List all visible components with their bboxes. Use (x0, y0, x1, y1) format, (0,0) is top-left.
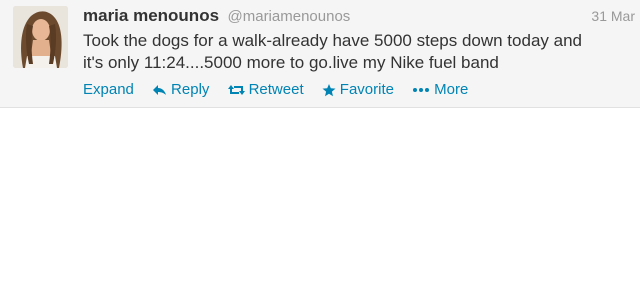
ellipsis-icon (412, 81, 430, 104)
tweet-timestamp[interactable]: 31 Mar (591, 8, 635, 24)
tweet-content: maria menounos @mariamenounos 31 Mar Too… (83, 6, 635, 99)
favorite-button[interactable]: Favorite (322, 81, 394, 104)
more-label: More (434, 81, 469, 98)
tweet-text-line: it's only 11:24....5000 more to go.live … (83, 53, 499, 72)
reply-label: Reply (171, 81, 210, 98)
tweet-header: maria menounos @mariamenounos 31 Mar (83, 6, 635, 26)
expand-label: Expand (83, 81, 134, 98)
tweet-item[interactable]: maria menounos @mariamenounos 31 Mar Too… (0, 0, 640, 108)
expand-link[interactable]: Expand (83, 81, 134, 99)
avatar-image (13, 6, 68, 68)
reply-button[interactable]: Reply (152, 81, 209, 104)
reply-arrow-icon (152, 81, 167, 104)
author-fullname[interactable]: maria menounos (83, 6, 219, 25)
more-button[interactable]: More (412, 81, 468, 104)
author-username[interactable]: @mariamenounos (228, 8, 351, 25)
tweet-text-line: Took the dogs for a walk-already have 50… (83, 31, 582, 50)
retweet-label: Retweet (248, 81, 304, 98)
favorite-label: Favorite (339, 81, 394, 98)
retweet-button[interactable]: Retweet (227, 81, 304, 104)
tweet-text: Took the dogs for a walk-already have 50… (83, 30, 635, 74)
avatar[interactable] (13, 6, 68, 68)
tweet-actions: Expand Reply Retweet Favorite More (83, 81, 635, 99)
star-icon (322, 81, 336, 104)
retweet-icon (227, 81, 245, 104)
